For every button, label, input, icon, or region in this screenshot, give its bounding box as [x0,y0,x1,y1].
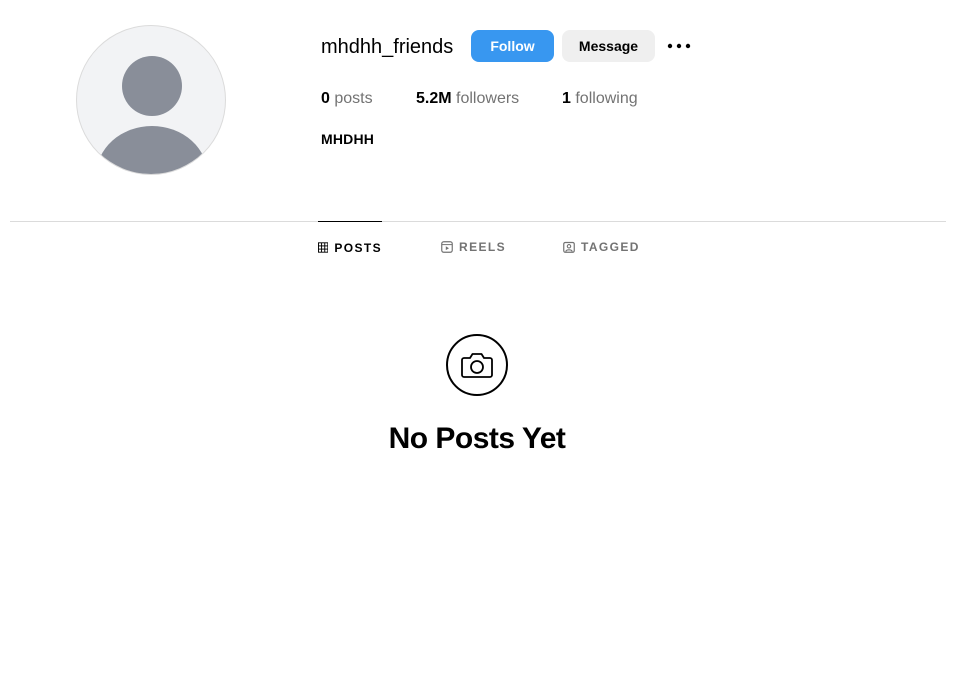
following-count: 1 [562,90,571,107]
tab-tagged-label: TAGGED [581,240,640,254]
profile-username: mhdhh_friends [321,36,454,58]
tab-reels[interactable]: REELS [441,221,506,273]
reels-icon [441,241,453,253]
followers-label: followers [456,90,520,107]
following-stat[interactable]: 1 following [562,90,638,108]
following-label: following [575,90,638,107]
followers-stat[interactable]: 5.2M followers [416,90,519,108]
camera-icon [446,334,508,396]
message-button[interactable]: Message [562,30,655,62]
profile-avatar[interactable] [76,25,226,175]
tab-reels-label: REELS [459,240,507,254]
posts-label: posts [334,90,373,107]
tagged-icon [563,241,575,253]
posts-count-stat: 0 posts [321,90,373,108]
profile-full-name: MHDHH [321,131,375,147]
empty-state-title: No Posts Yet [388,422,566,455]
grid-icon [318,242,329,253]
followers-count: 5.2M [416,90,452,107]
tab-tagged[interactable]: TAGGED [563,221,640,273]
tab-posts-label: POSTS [334,240,382,255]
follow-button[interactable]: Follow [471,30,554,62]
more-options-icon[interactable] [666,38,692,54]
tab-posts[interactable]: POSTS [318,221,382,273]
posts-count: 0 [321,90,330,107]
default-avatar-icon [96,56,208,174]
